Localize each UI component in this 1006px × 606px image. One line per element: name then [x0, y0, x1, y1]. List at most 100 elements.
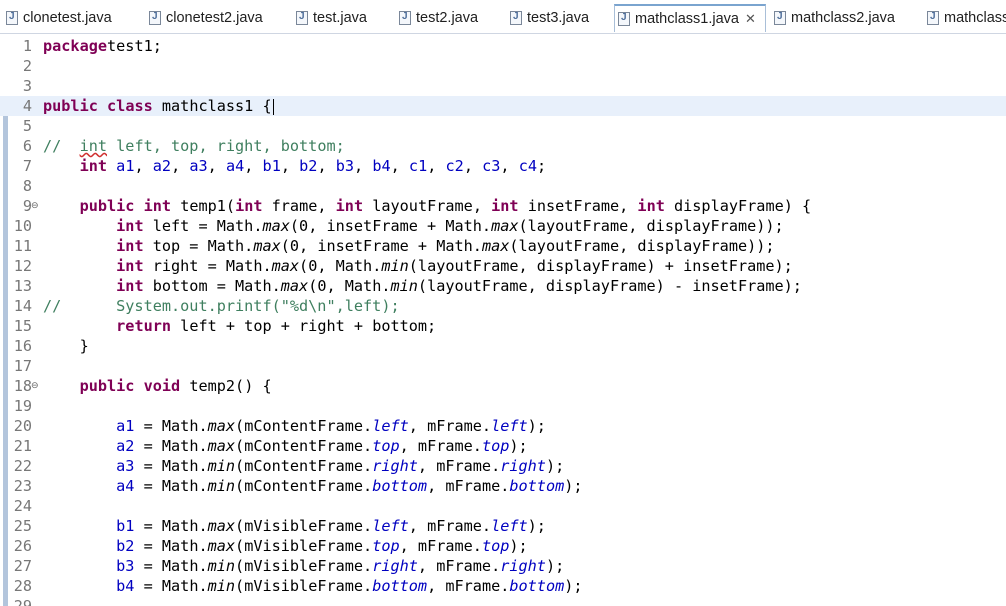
code-token: );	[509, 437, 528, 455]
code-line[interactable]: 13 int bottom = Math.max(0, Math.min(lay…	[0, 276, 1006, 296]
code-token: (0, Math.	[299, 257, 382, 275]
code-token: right	[372, 557, 418, 575]
code-token: int	[335, 197, 364, 215]
code-token: (mContentFrame.	[235, 457, 373, 475]
code-token: left	[372, 517, 409, 535]
code-line[interactable]: 28 b4 = Math.min(mVisibleFrame.bottom, m…	[0, 576, 1006, 596]
code-token: top	[372, 437, 400, 455]
code-line[interactable]: 27 b3 = Math.min(mVisibleFrame.right, mF…	[0, 556, 1006, 576]
code-token: );	[545, 557, 565, 575]
code-line[interactable]: 18 ⊖ public void temp2() {	[0, 376, 1006, 396]
code-token: );	[545, 457, 565, 475]
code-line[interactable]: 10 int left = Math.max(0, insetFrame + M…	[0, 216, 1006, 236]
code-token: test1;	[107, 37, 162, 55]
code-line[interactable]: 24	[0, 496, 1006, 516]
code-token: frame,	[262, 197, 336, 215]
code-line[interactable]: 12 int right = Math.max(0, Math.min(layo…	[0, 256, 1006, 276]
close-icon[interactable]: ✕	[745, 11, 756, 27]
code-token: ,	[207, 157, 226, 175]
code-token: = Math.	[134, 477, 208, 495]
code-token: , mFrame.	[427, 577, 510, 595]
line-number: 24	[13, 497, 32, 515]
java-file-icon	[149, 11, 161, 25]
code-line[interactable]: 23 a4 = Math.min(mContentFrame.bottom, m…	[0, 476, 1006, 496]
code-line[interactable]: 25 b1 = Math.max(mVisibleFrame.left, mFr…	[0, 516, 1006, 536]
code-token: (mContentFrame.	[235, 437, 373, 455]
code-line[interactable]: 7 int a1, a2, a3, a4, b1, b2, b3, b4, c1…	[0, 156, 1006, 176]
tab-test2[interactable]: test2.java	[396, 4, 504, 32]
code-editor[interactable]: 1 packagetest1; 2 3 4 public class mathclass1…	[0, 34, 1006, 606]
code-token: b3	[116, 557, 135, 575]
tab-mathclass2[interactable]: mathclass2.java	[771, 4, 921, 32]
code-line[interactable]: 17	[0, 356, 1006, 376]
code-token: c1	[408, 157, 428, 175]
line-number: 12	[13, 257, 32, 275]
code-line[interactable]: 2	[0, 56, 1006, 76]
code-line[interactable]: 4 public class mathclass1 {	[0, 96, 1006, 116]
code-token: package	[43, 37, 108, 55]
code-line[interactable]: 6 // int left, top, right, bottom;	[0, 136, 1006, 156]
code-line[interactable]: 21 a2 = Math.max(mContentFrame.top, mFra…	[0, 436, 1006, 456]
code-text: a4 = Math.min(mContentFrame.bottom, mFra…	[43, 476, 582, 496]
code-token: public	[43, 97, 98, 115]
code-text: // System.out.printf("%d\n",left);	[43, 296, 400, 316]
java-file-icon	[296, 11, 308, 25]
code-text: int bottom = Math.max(0, Math.min(layout…	[43, 276, 802, 296]
tab-clonetest2[interactable]: clonetest2.java	[146, 4, 290, 32]
java-file-icon	[927, 11, 939, 25]
code-line[interactable]: 29	[0, 596, 1006, 606]
code-token: ,	[390, 157, 409, 175]
tab-mathclass1[interactable]: mathclass1.java ✕	[614, 4, 766, 32]
code-token: (layoutFrame, displayFrame));	[509, 237, 775, 255]
code-token: (mContentFrame.	[235, 417, 373, 435]
code-text: packagetest1;	[43, 36, 162, 56]
code-line[interactable]: 14 // System.out.printf("%d\n",left);	[0, 296, 1006, 316]
code-token: int	[116, 237, 144, 255]
code-token: b2	[299, 157, 318, 175]
line-number: 21	[13, 437, 32, 455]
tab-mathclass[interactable]: mathclass	[924, 4, 1006, 32]
code-line[interactable]: 16 }	[0, 336, 1006, 356]
code-token: (layoutFrame, displayFrame));	[518, 217, 784, 235]
code-token: , mFrame.	[417, 557, 501, 575]
line-number: 29	[13, 597, 32, 606]
code-line[interactable]: 8	[0, 176, 1006, 196]
code-line[interactable]: 5	[0, 116, 1006, 136]
code-line[interactable]: 3	[0, 76, 1006, 96]
fold-toggle-icon[interactable]: ⊖	[31, 376, 39, 396]
code-line[interactable]: 19	[0, 396, 1006, 416]
code-line[interactable]: 15 return left + top + right + bottom;	[0, 316, 1006, 336]
line-number: 13	[13, 277, 32, 295]
code-token: int	[79, 137, 108, 155]
code-line[interactable]: 20 a1 = Math.max(mContentFrame.left, mFr…	[0, 416, 1006, 436]
code-line[interactable]: 9 ⊖ public int temp1(int frame, int layou…	[0, 196, 1006, 216]
line-number: 16	[13, 337, 32, 355]
code-token: top	[481, 437, 510, 455]
line-number: 17	[13, 357, 32, 375]
tab-label: test2.java	[416, 10, 479, 26]
code-line[interactable]: 22 a3 = Math.min(mContentFrame.right, mF…	[0, 456, 1006, 476]
fold-toggle-icon[interactable]: ⊖	[31, 196, 39, 216]
code-line[interactable]: 1 packagetest1;	[0, 36, 1006, 56]
tab-clonetest[interactable]: clonetest.java	[3, 4, 143, 32]
line-number: 3	[22, 77, 32, 95]
tab-test[interactable]: test.java	[293, 4, 393, 32]
code-token: , mFrame.	[427, 477, 510, 495]
code-token: layoutFrame,	[363, 197, 492, 215]
code-token: int	[491, 197, 519, 215]
code-token: top = Math.	[143, 237, 254, 255]
code-line[interactable]: 11 int top = Math.max(0, insetFrame + Ma…	[0, 236, 1006, 256]
code-line[interactable]: 26 b2 = Math.max(mVisibleFrame.top, mFra…	[0, 536, 1006, 556]
tab-test3[interactable]: test3.java	[507, 4, 611, 32]
code-token: c3	[482, 157, 501, 175]
code-token: int	[235, 197, 263, 215]
code-token: , mFrame.	[408, 517, 492, 535]
code-text: int top = Math.max(0, insetFrame + Math.…	[43, 236, 775, 256]
